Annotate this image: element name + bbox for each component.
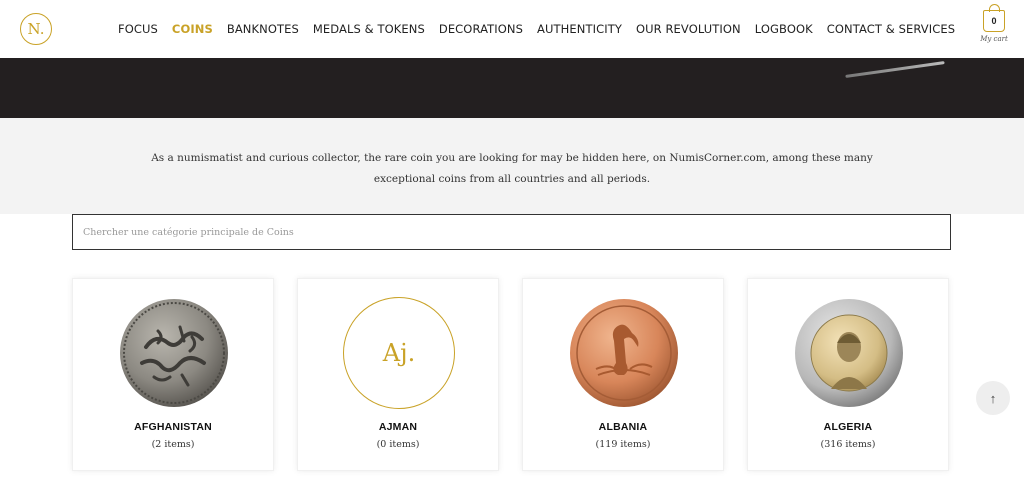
cart-button[interactable]: 0 My cart [974, 4, 1014, 52]
category-card-algeria[interactable]: ALGERIA (316 items) [747, 278, 949, 471]
nav-decorations[interactable]: DECORATIONS [439, 22, 523, 36]
banner-light-streak [845, 61, 945, 78]
category-name: ALGERIA [823, 421, 873, 433]
category-name: ALBANIA [598, 421, 648, 433]
category-count: (0 items) [376, 439, 420, 450]
cart-label: My cart [980, 35, 1008, 43]
coin-image-afghanistan [118, 297, 230, 409]
category-card-afghanistan[interactable]: AFGHANISTAN (2 items) [72, 278, 274, 471]
scroll-to-top-button[interactable]: ↑ [976, 381, 1010, 415]
category-search-input[interactable] [73, 215, 950, 249]
category-name: AFGHANISTAN [134, 421, 212, 433]
category-count: (2 items) [151, 439, 195, 450]
nav-banknotes[interactable]: BANKNOTES [227, 22, 299, 36]
placeholder-text: Aj. [382, 339, 416, 367]
intro-section: As a numismatist and curious collector, … [0, 118, 1024, 214]
site-header: N. FOCUS COINS BANKNOTES MEDALS & TOKENS… [0, 0, 1024, 58]
cart-count: 0 [991, 16, 997, 26]
nav-authenticity[interactable]: AUTHENTICITY [537, 22, 622, 36]
hero-banner [0, 58, 1024, 118]
coin-image-albania [568, 297, 680, 409]
shopping-bag-icon: 0 [983, 4, 1005, 32]
coin-image-algeria [793, 297, 905, 409]
arrow-up-icon: ↑ [989, 390, 997, 406]
nav-medals-tokens[interactable]: MEDALS & TOKENS [313, 22, 425, 36]
category-placeholder-ajman: Aj. [343, 297, 455, 409]
category-count: (316 items) [820, 439, 876, 450]
category-card-ajman[interactable]: Aj. AJMAN (0 items) [297, 278, 499, 471]
category-search [72, 214, 951, 250]
nav-coins[interactable]: COINS [172, 22, 213, 36]
nav-our-revolution[interactable]: OUR REVOLUTION [636, 22, 741, 36]
nav-logbook[interactable]: LOGBOOK [755, 22, 813, 36]
category-name: AJMAN [378, 421, 418, 433]
nav-contact-services[interactable]: CONTACT & SERVICES [827, 22, 955, 36]
category-count: (119 items) [595, 439, 651, 450]
placeholder-circle: Aj. [343, 297, 455, 409]
main-nav: FOCUS COINS BANKNOTES MEDALS & TOKENS DE… [118, 22, 969, 36]
intro-text: As a numismatist and curious collector, … [151, 152, 873, 185]
site-logo[interactable]: N. [20, 13, 52, 45]
category-card-albania[interactable]: ALBANIA (119 items) [522, 278, 724, 471]
nav-focus[interactable]: FOCUS [118, 22, 158, 36]
logo-text: N. [27, 20, 45, 38]
